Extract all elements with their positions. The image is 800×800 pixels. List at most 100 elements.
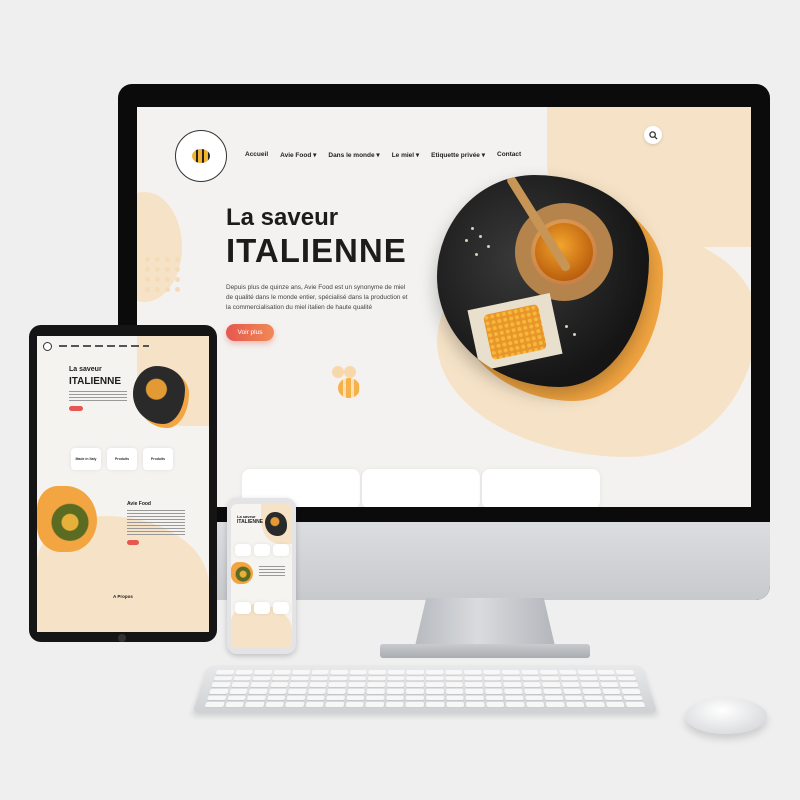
phone-screen: La saveur ITALIENNE bbox=[231, 504, 292, 648]
phone-icon-card[interactable] bbox=[254, 602, 270, 614]
keyboard-key bbox=[524, 695, 544, 701]
keyboard-key bbox=[541, 676, 560, 681]
voir-plus-button[interactable]: Voir plus bbox=[226, 324, 274, 341]
hero-description: Depuis plus de quinze ans, Avie Food est… bbox=[226, 284, 408, 311]
keyboard-key bbox=[311, 669, 330, 675]
keyboard-key bbox=[387, 676, 405, 681]
keyboard-key bbox=[543, 688, 563, 694]
keyboard-key bbox=[385, 702, 404, 708]
phone-icon-card[interactable] bbox=[273, 602, 289, 614]
keyboard-key bbox=[211, 682, 231, 688]
keyboard-key bbox=[615, 669, 635, 675]
keyboard-key bbox=[346, 695, 365, 701]
keyboard-key bbox=[425, 695, 444, 701]
keyboard-key bbox=[253, 669, 273, 675]
keyboard-key bbox=[349, 669, 368, 675]
keyboard-key bbox=[522, 682, 542, 688]
nav-item-le-miel[interactable]: Le miel ▾ bbox=[392, 151, 419, 159]
phone-icon-card[interactable] bbox=[235, 602, 251, 614]
keyboard-key bbox=[287, 688, 307, 694]
feature-card[interactable] bbox=[362, 469, 480, 507]
keyboard-key bbox=[463, 669, 482, 675]
keyboard-key bbox=[485, 702, 505, 708]
keyboard-key bbox=[386, 688, 405, 694]
tablet-card-made-in-italy[interactable]: Made in Italy bbox=[71, 448, 101, 470]
keyboard-key bbox=[264, 702, 285, 708]
keyboard-key bbox=[598, 676, 618, 681]
keyboard-key bbox=[501, 669, 520, 675]
dried-flower bbox=[475, 253, 478, 256]
keyboard-key bbox=[565, 702, 586, 708]
keyboard-key bbox=[562, 688, 582, 694]
keyboard-key bbox=[347, 682, 366, 688]
keyboard-key bbox=[502, 676, 521, 681]
feature-card[interactable] bbox=[482, 469, 600, 507]
keyboard-key bbox=[271, 676, 290, 681]
search-icon bbox=[648, 130, 658, 140]
keyboard-key bbox=[585, 702, 606, 708]
keyboard-key bbox=[292, 669, 311, 675]
dried-flower bbox=[479, 235, 482, 238]
nav-item-accueil[interactable]: Accueil bbox=[245, 151, 268, 159]
keyboard-key bbox=[482, 669, 501, 675]
keyboard-key bbox=[596, 669, 616, 675]
imac-stand bbox=[415, 598, 555, 646]
keyboard-key bbox=[539, 669, 558, 675]
keyboard-key bbox=[204, 702, 225, 708]
keyboard-key bbox=[465, 688, 484, 694]
keyboard bbox=[192, 665, 658, 713]
bee-logo-icon bbox=[192, 149, 210, 163]
phone-card[interactable] bbox=[254, 544, 270, 556]
keyboard-key bbox=[325, 702, 345, 708]
keyboard-key bbox=[505, 695, 524, 701]
phone-honey-image bbox=[265, 512, 287, 536]
keyboard-key bbox=[248, 688, 268, 694]
keyboard-key bbox=[386, 695, 405, 701]
phone-mockup: La saveur ITALIENNE bbox=[227, 498, 296, 654]
keyboard-key bbox=[445, 695, 464, 701]
keyboard-key bbox=[619, 682, 639, 688]
keyboard-key bbox=[445, 682, 464, 688]
keyboard-key bbox=[564, 695, 584, 701]
tablet-card-produits[interactable]: Produits bbox=[107, 448, 137, 470]
keyboard-key bbox=[602, 688, 622, 694]
keyboard-key bbox=[272, 669, 292, 675]
keyboard-key bbox=[266, 695, 286, 701]
keyboard-key bbox=[605, 702, 626, 708]
tablet-logo[interactable] bbox=[43, 342, 52, 351]
phone-card[interactable] bbox=[235, 544, 251, 556]
keyboard-key bbox=[330, 669, 349, 675]
keyboard-key bbox=[406, 669, 425, 675]
keyboard-key bbox=[445, 676, 463, 681]
brand-logo[interactable] bbox=[175, 130, 227, 182]
keyboard-key bbox=[544, 695, 564, 701]
search-button[interactable] bbox=[644, 126, 662, 144]
tablet-hero-button[interactable] bbox=[69, 406, 83, 411]
keyboard-key bbox=[577, 669, 597, 675]
keyboard-key bbox=[326, 695, 345, 701]
nav-item-avie-food[interactable]: Avie Food ▾ bbox=[280, 151, 316, 159]
keyboard-key bbox=[545, 702, 565, 708]
tablet-bee-image bbox=[37, 486, 97, 552]
phone-card[interactable] bbox=[273, 544, 289, 556]
keyboard-key bbox=[286, 695, 306, 701]
keyboard-key bbox=[542, 682, 561, 688]
keyboard-key bbox=[285, 702, 305, 708]
keyboard-key bbox=[224, 702, 245, 708]
honey-hero-image bbox=[437, 175, 665, 401]
nav-item-contact[interactable]: Contact bbox=[497, 151, 521, 159]
keyboard-key bbox=[307, 688, 327, 694]
keyboard-key bbox=[213, 676, 233, 681]
keyboard-key bbox=[228, 688, 248, 694]
tablet-hero-title-line2: ITALIENNE bbox=[69, 376, 122, 387]
keyboard-key bbox=[560, 676, 579, 681]
nav-item-dans-le-monde[interactable]: Dans le monde ▾ bbox=[328, 151, 379, 159]
keyboard-key bbox=[368, 676, 386, 681]
tablet-card-produits-2[interactable]: Produits bbox=[143, 448, 173, 470]
nav-item-etiquette-privee[interactable]: Etiquette privée ▾ bbox=[431, 151, 485, 159]
tablet-footer-title: A Propos bbox=[113, 594, 133, 599]
keyboard-key bbox=[234, 669, 254, 675]
tablet-section-button[interactable] bbox=[127, 540, 139, 545]
keyboard-key bbox=[366, 688, 385, 694]
keyboard-key bbox=[329, 676, 348, 681]
